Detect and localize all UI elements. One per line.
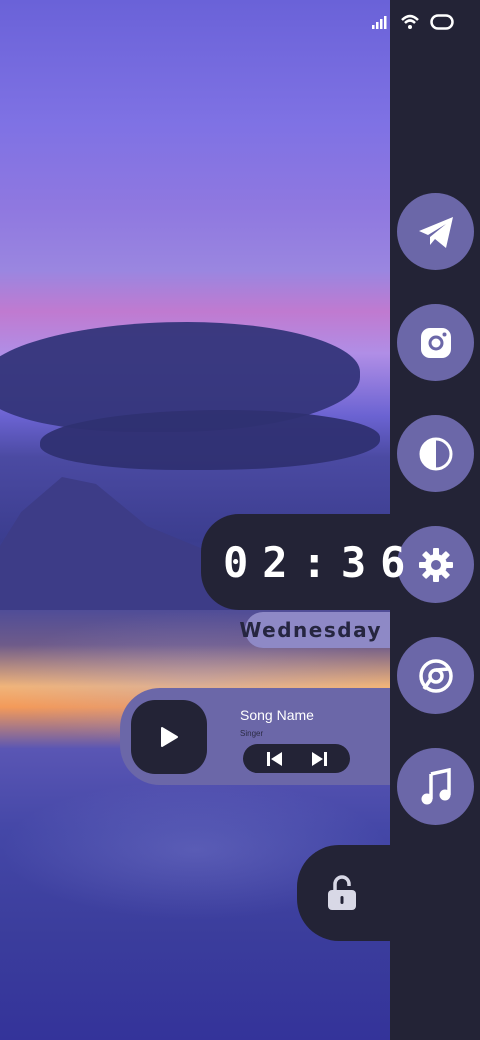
next-button[interactable] bbox=[310, 751, 328, 767]
signal-icon bbox=[372, 16, 387, 29]
music-widget: Song Name Singer bbox=[120, 688, 390, 785]
settings-gear-icon bbox=[418, 547, 453, 582]
chrome-button[interactable] bbox=[397, 637, 474, 714]
music-note-icon bbox=[421, 767, 451, 804]
play-icon bbox=[161, 727, 178, 747]
contrast-icon bbox=[419, 437, 452, 470]
clock-time: 02:36 bbox=[223, 537, 420, 587]
playback-controls bbox=[243, 744, 350, 773]
instagram-button[interactable] bbox=[397, 304, 474, 381]
clock-widget: 02:36 bbox=[201, 514, 405, 610]
status-bar bbox=[372, 14, 454, 30]
contrast-button[interactable] bbox=[397, 415, 474, 492]
singer-name: Singer bbox=[240, 729, 264, 738]
day-label: Wednesday bbox=[239, 612, 390, 648]
day-text: Wednesday bbox=[239, 618, 382, 642]
previous-icon bbox=[266, 751, 282, 766]
unlock-button[interactable] bbox=[297, 845, 390, 941]
battery-icon bbox=[430, 14, 454, 30]
telegram-button[interactable] bbox=[397, 193, 474, 270]
music-button[interactable] bbox=[397, 748, 474, 825]
wifi-icon bbox=[401, 14, 419, 29]
previous-button[interactable] bbox=[266, 751, 284, 767]
telegram-icon bbox=[418, 216, 453, 248]
play-button[interactable] bbox=[131, 700, 207, 774]
next-icon bbox=[311, 751, 327, 766]
instagram-icon bbox=[420, 327, 451, 358]
chrome-icon bbox=[418, 658, 453, 693]
unlock-icon bbox=[327, 875, 356, 910]
song-name: Song Name bbox=[240, 707, 314, 723]
side-panel bbox=[390, 0, 480, 1040]
